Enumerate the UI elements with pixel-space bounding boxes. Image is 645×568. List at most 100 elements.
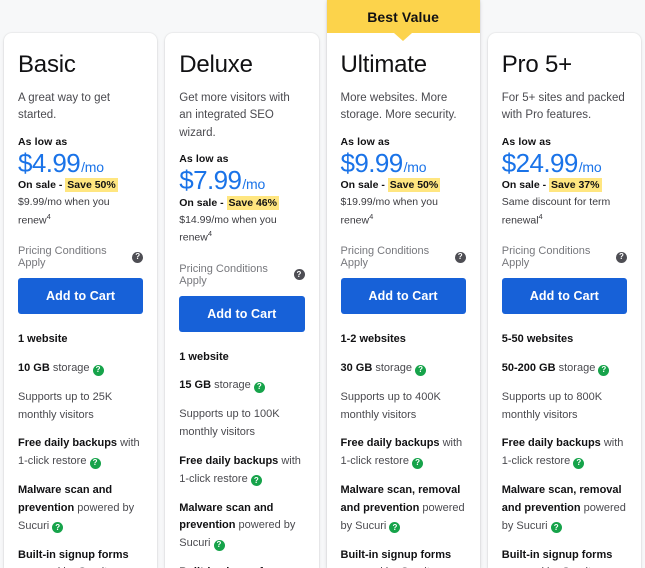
plan-name: Pro 5+ — [502, 51, 627, 79]
feature-item: 50-200 GB storage ? — [502, 360, 627, 378]
price-row: $4.99/mo — [18, 149, 143, 178]
footnote-marker: 4 — [369, 212, 373, 221]
feature-highlight: 30 GB — [341, 362, 373, 374]
plan-name: Basic — [18, 51, 143, 79]
feature-item: Free daily backups with 1-click restore … — [179, 453, 304, 489]
feature-item: Built-in signup forms powered by Gravity… — [18, 547, 143, 568]
plan-name: Deluxe — [179, 51, 304, 79]
pricing-conditions-help-icon[interactable]: ? — [294, 269, 305, 280]
feature-item: Supports up to 800K monthly visitors — [502, 389, 627, 425]
renewal-note-text: $9.99/mo when you renew — [18, 196, 110, 226]
feature-text: storage — [372, 362, 412, 374]
feature-item: Built-in signup forms powered by Gravity… — [502, 547, 627, 568]
plan-card-basic: BasicA great way to get started.As low a… — [4, 33, 157, 568]
feature-item: Supports up to 25K monthly visitors — [18, 389, 143, 425]
feature-highlight: Built-in signup forms — [502, 549, 613, 561]
pricing-conditions-help-icon[interactable]: ? — [455, 252, 466, 263]
price-amount: $24.99 — [502, 149, 578, 178]
feature-help-icon[interactable]: ? — [389, 522, 400, 533]
best-value-badge: Best Value — [327, 0, 480, 33]
renewal-note-text: $14.99/mo when you renew — [179, 214, 276, 244]
add-to-cart-button[interactable]: Add to Cart — [179, 296, 304, 332]
feature-text: Supports up to 100K monthly visitors — [179, 408, 279, 438]
as-low-as-label: As low as — [502, 136, 627, 148]
pricing-conditions-help-icon[interactable]: ? — [132, 252, 143, 263]
feature-list: 1 website 15 GB storage ? Supports up to 1… — [179, 349, 304, 568]
feature-text: Supports up to 800K monthly visitors — [502, 391, 602, 421]
feature-highlight: Free daily backups — [18, 437, 117, 449]
feature-highlight: 1-2 websites — [341, 333, 406, 345]
feature-list: 1-2 websites 30 GB storage ? Supports up t… — [341, 331, 466, 568]
pricing-conditions-link[interactable]: Pricing Conditions Apply? — [341, 245, 466, 269]
feature-help-icon[interactable]: ? — [254, 382, 265, 393]
feature-item: Supports up to 400K monthly visitors — [341, 389, 466, 425]
feature-item: Built-in signup forms powered by Gravity… — [341, 547, 466, 568]
feature-help-icon[interactable]: ? — [415, 365, 426, 376]
save-badge: Save 50% — [388, 178, 440, 192]
add-to-cart-button[interactable]: Add to Cart — [18, 278, 143, 314]
add-to-cart-button[interactable]: Add to Cart — [502, 278, 627, 314]
plan-card-body: UltimateMore websites. More storage. Mor… — [341, 33, 466, 568]
save-badge: Save 50% — [65, 178, 117, 192]
plan-tagline: For 5+ sites and packed with Pro feature… — [502, 90, 627, 126]
sale-line: On sale - Save 50% — [18, 179, 143, 191]
feature-help-icon[interactable]: ? — [214, 540, 225, 551]
feature-help-icon[interactable]: ? — [93, 365, 104, 376]
price-row: $24.99/mo — [502, 149, 627, 178]
feature-help-icon[interactable]: ? — [90, 458, 101, 469]
feature-help-icon[interactable]: ? — [551, 522, 562, 533]
feature-list: 1 website10 GB storage ?Supports up to 2… — [18, 331, 143, 568]
feature-highlight: 10 GB — [18, 362, 50, 374]
pricing-plans-container: BasicA great way to get started.As low a… — [0, 0, 645, 568]
pricing-conditions-link[interactable]: Pricing Conditions Apply? — [179, 263, 304, 287]
footnote-marker: 4 — [208, 229, 212, 238]
feature-item: Malware scan, removal and prevention pow… — [341, 482, 466, 535]
feature-help-icon[interactable]: ? — [52, 522, 63, 533]
feature-list: 5-50 websites 50-200 GB storage ? Supports… — [502, 331, 627, 568]
feature-item: 30 GB storage ? — [341, 360, 466, 378]
price-period: /mo — [81, 159, 104, 175]
plan-card-pro-5: Pro 5+ For 5+ sites and packed with Pro f… — [488, 33, 641, 568]
feature-help-icon[interactable]: ? — [412, 458, 423, 469]
pricing-conditions-help-icon[interactable]: ? — [616, 252, 627, 263]
feature-item: 15 GB storage ? — [179, 377, 304, 395]
feature-help-icon[interactable]: ? — [598, 365, 609, 376]
feature-item: Free daily backups with 1-click restore … — [502, 435, 627, 471]
feature-highlight: Free daily backups — [502, 437, 601, 449]
price-period: /mo — [579, 159, 602, 175]
pricing-conditions-link[interactable]: Pricing Conditions Apply? — [18, 245, 143, 269]
as-low-as-label: As low as — [341, 136, 466, 148]
renewal-note: $9.99/mo when you renew4 — [18, 195, 143, 229]
feature-item: Malware scan and prevention powered by S… — [18, 482, 143, 535]
feature-highlight: Free daily backups — [341, 437, 440, 449]
pricing-conditions-label: Pricing Conditions Apply — [179, 263, 289, 287]
feature-help-icon[interactable]: ? — [251, 475, 262, 486]
feature-text: Supports up to 25K monthly visitors — [18, 391, 112, 421]
add-to-cart-button[interactable]: Add to Cart — [341, 278, 466, 314]
pricing-conditions-link[interactable]: Pricing Conditions Apply? — [502, 245, 627, 269]
feature-highlight: 15 GB — [179, 379, 211, 391]
renewal-note-text: $19.99/mo when you renew — [341, 196, 438, 226]
feature-help-icon[interactable]: ? — [573, 458, 584, 469]
on-sale-prefix: On sale - — [18, 179, 62, 191]
sale-line: On sale - Save 46% — [179, 197, 304, 209]
feature-highlight: Built-in signup forms — [18, 549, 129, 561]
feature-item: 1 website — [18, 331, 143, 349]
feature-highlight: 1 website — [179, 351, 229, 363]
feature-item: 1-2 websites — [341, 331, 466, 349]
feature-highlight: Free daily backups — [179, 455, 278, 467]
renewal-note: Same discount for term renewal4 — [502, 195, 627, 229]
plan-card-deluxe: DeluxeGet more visitors with an integrat… — [165, 33, 318, 568]
price-period: /mo — [242, 176, 265, 192]
feature-highlight: 5-50 websites — [502, 333, 574, 345]
feature-highlight: Built-in signup forms — [341, 549, 452, 561]
on-sale-prefix: On sale - — [502, 179, 546, 191]
price-amount: $4.99 — [18, 149, 80, 178]
feature-text: Supports up to 400K monthly visitors — [341, 391, 441, 421]
plan-name: Ultimate — [341, 51, 466, 79]
footnote-marker: 4 — [47, 212, 51, 221]
feature-highlight: 1 website — [18, 333, 68, 345]
on-sale-prefix: On sale - — [341, 179, 385, 191]
sale-line: On sale - Save 50% — [341, 179, 466, 191]
price-row: $9.99/mo — [341, 149, 466, 178]
